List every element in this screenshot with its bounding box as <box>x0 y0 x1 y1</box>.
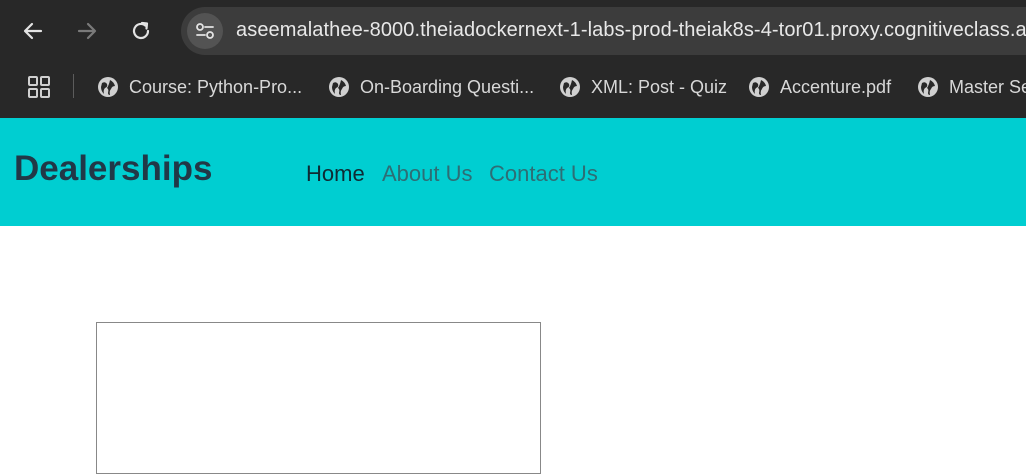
browser-chrome: aseemalathee-8000.theiadockernext-1-labs… <box>0 0 1026 118</box>
content-panel <box>96 322 541 474</box>
arrow-left-icon <box>23 22 43 40</box>
bookmarks-divider <box>73 74 74 98</box>
bookmark-label: On-Boarding Questi... <box>360 76 535 97</box>
back-button[interactable] <box>15 13 51 49</box>
arrow-right-icon <box>77 22 97 40</box>
globe-icon <box>560 77 580 97</box>
site-info-button[interactable] <box>187 13 223 49</box>
address-bar[interactable]: aseemalathee-8000.theiadockernext-1-labs… <box>181 7 1026 55</box>
bookmark-item[interactable]: Course: Python-Pro... <box>97 74 302 100</box>
nav-link-about-us[interactable]: About Us <box>382 161 473 187</box>
nav-link-home[interactable]: Home <box>306 161 365 187</box>
bookmark-label: Course: Python-Pro... <box>129 76 303 97</box>
tune-icon <box>196 23 214 39</box>
bookmark-label: XML: Post - Quiz <box>591 76 728 97</box>
bookmark-item[interactable]: On-Boarding Questi... <box>328 74 534 100</box>
site-navbar: Dealerships Home About Us Contact Us <box>0 118 1026 226</box>
globe-icon <box>329 77 349 97</box>
apps-grid-icon[interactable] <box>27 75 51 99</box>
forward-button[interactable] <box>69 13 105 49</box>
brand-title[interactable]: Dealerships <box>14 149 212 189</box>
nav-link-contact-us[interactable]: Contact Us <box>489 161 598 187</box>
bookmark-item[interactable]: Accenture.pdf <box>748 74 891 100</box>
bookmarks-bar: Course: Python-Pro... On-Boarding Questi… <box>0 62 1026 112</box>
globe-icon <box>98 77 118 97</box>
browser-toolbar: aseemalathee-8000.theiadockernext-1-labs… <box>0 0 1026 62</box>
bookmark-label: Master Se <box>949 76 1026 97</box>
globe-icon <box>918 77 938 97</box>
reload-icon <box>132 21 150 40</box>
url-text[interactable]: aseemalathee-8000.theiadockernext-1-labs… <box>236 19 1026 42</box>
bookmark-item[interactable]: Master Se <box>917 74 1026 100</box>
globe-icon <box>749 77 769 97</box>
bookmark-label: Accenture.pdf <box>780 76 892 97</box>
bookmark-item[interactable]: XML: Post - Quiz <box>559 74 727 100</box>
reload-button[interactable] <box>123 13 159 49</box>
